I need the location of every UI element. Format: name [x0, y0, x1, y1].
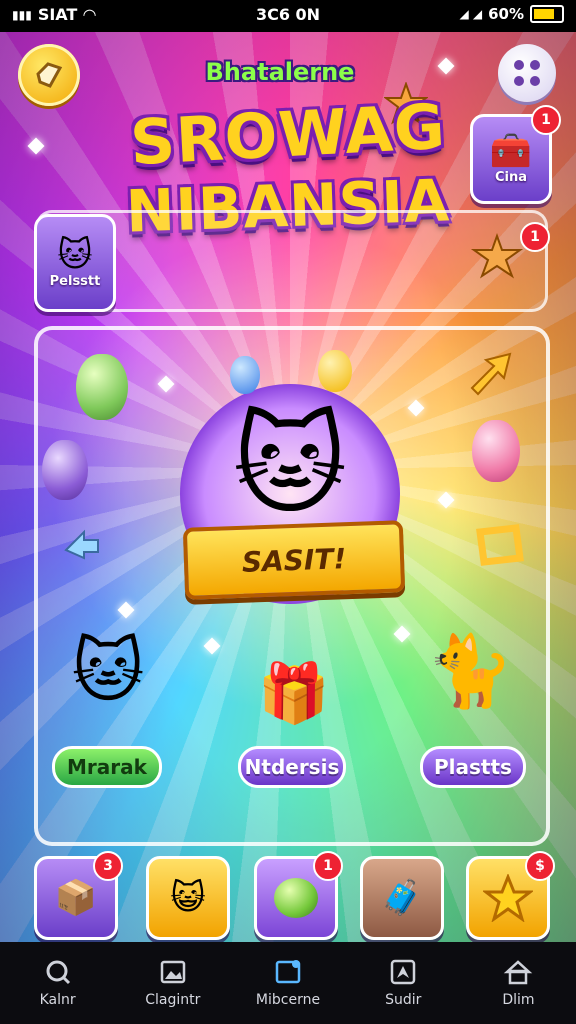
- slot-gift-box[interactable]: 📦 3: [34, 851, 123, 940]
- slot-badge: 3: [93, 851, 123, 881]
- arrow-up-icon: [470, 352, 512, 396]
- gallery-icon: [160, 960, 186, 984]
- green-orb-icon: [274, 878, 318, 918]
- menu-button[interactable]: [18, 44, 80, 106]
- cat-gift-icon: 🐱: [57, 234, 93, 275]
- arrow-left-icon: [64, 529, 99, 560]
- status-right: ◢ ◢ 60%: [459, 5, 564, 23]
- gift-box-icon: 📦: [54, 878, 98, 918]
- blue-balloon-icon: [230, 356, 260, 394]
- tab-label: Dlim: [502, 992, 535, 1008]
- play-ribbon-label: SASIT!: [241, 541, 347, 579]
- battery-icon: [530, 5, 564, 23]
- treasure-chest-icon: 🧰: [489, 130, 533, 171]
- bottom-tab-bar: Kalnr Clagintr Mibcerne Sudir Dlim: [0, 942, 576, 1024]
- tab-label: Kalnr: [39, 992, 76, 1008]
- game-screen: ▮▮▮ SIAT ◠ 3C6 0N ◢ ◢ 60% Bhatalerne SRO…: [0, 0, 576, 1024]
- star-icon: [483, 874, 533, 922]
- slot-green-orb[interactable]: 1: [254, 851, 343, 940]
- starfish-badge: 1: [520, 222, 550, 252]
- starfish-reward[interactable]: 1: [470, 222, 550, 282]
- puzzle-box-icon: 🎁: [257, 659, 331, 727]
- search-icon: [46, 960, 70, 985]
- dots-icon: [514, 60, 540, 86]
- tab-label: Mibcerne: [255, 992, 321, 1008]
- tab-mibcerne[interactable]: Mibcerne: [230, 942, 345, 1024]
- play-ribbon-button[interactable]: SASIT!: [182, 520, 406, 600]
- green-balloon-icon: [76, 354, 128, 420]
- daily-reward-card[interactable]: 🐱 Pelsstt: [34, 214, 116, 312]
- battery-percent: 60%: [488, 5, 524, 23]
- home-icon: [504, 960, 533, 985]
- slot-star[interactable]: $: [466, 851, 555, 940]
- chest-card-label: Cina: [494, 169, 528, 185]
- purple-balloon-icon: [42, 440, 88, 500]
- game-subtitle: Bhatalerne: [205, 58, 355, 86]
- cat-explorer-icon: 🐱: [71, 630, 145, 712]
- slot-cat-avatar[interactable]: 😺: [146, 856, 230, 940]
- tab-label: Sudir: [385, 992, 422, 1008]
- hero-balloon-icons: [230, 350, 360, 394]
- plastts-button[interactable]: Plastts: [420, 746, 526, 788]
- running-cat-icon: 🐈: [426, 630, 514, 712]
- frame-icon: [275, 960, 301, 984]
- mrarak-button[interactable]: Mrarak: [52, 746, 162, 788]
- cat-avatar-icon: 😺: [170, 878, 206, 918]
- compass-icon: [390, 959, 416, 985]
- chest-badge: 1: [531, 105, 561, 135]
- tab-sudir[interactable]: Sudir: [346, 942, 461, 1024]
- scroll-icon: [36, 62, 63, 88]
- slot-badge: $: [525, 851, 555, 881]
- tab-dlim[interactable]: Dlim: [461, 942, 576, 1024]
- chest-card[interactable]: 🧰 Cina 1: [470, 105, 561, 204]
- pink-balloon-icon: [472, 420, 520, 482]
- tab-label: Clagintr: [145, 992, 201, 1008]
- tab-kalnr[interactable]: Kalnr: [0, 942, 115, 1024]
- signal-bars-icon: ◢ ◢: [459, 7, 483, 21]
- frame-decor-icon: [476, 524, 524, 566]
- daily-reward-label: Pelsstt: [49, 273, 101, 289]
- starfish-icon: [470, 233, 524, 279]
- yellow-balloon-icon: [318, 350, 352, 392]
- hero-cat-icon: 🐱: [232, 401, 348, 529]
- slot-chest[interactable]: 🧳: [360, 856, 444, 940]
- ntdersis-button[interactable]: Ntdersis: [238, 746, 346, 788]
- treasure-chest-icon: 🧳: [380, 878, 424, 918]
- slot-badge: 1: [313, 851, 343, 881]
- tab-clagintr[interactable]: Clagintr: [115, 942, 230, 1024]
- status-bar: ▮▮▮ SIAT ◠ 3C6 0N ◢ ◢ 60%: [0, 0, 576, 32]
